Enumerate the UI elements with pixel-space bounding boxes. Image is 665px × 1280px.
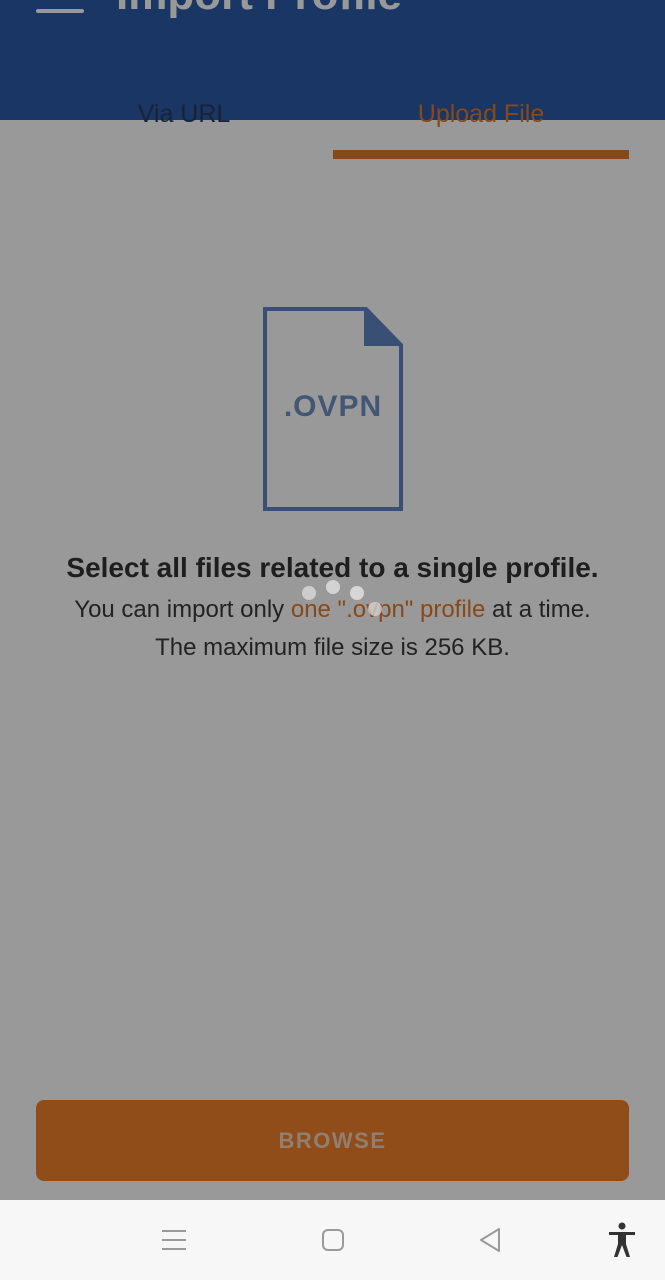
instruction-line-3: The maximum file size is 256 KB. [155,634,510,661]
loading-spinner-icon [286,578,386,638]
recent-apps-icon[interactable] [154,1220,194,1260]
tab-via-url[interactable]: Via URL [36,68,332,160]
browse-button[interactable]: BROWSE [36,1100,629,1181]
file-type-label: .OVPN [283,390,383,423]
hamburger-menu-icon[interactable] [36,0,86,18]
import-profile-screen: Import Profile Via URL Upload File .OVPN… [0,0,665,1200]
tab-selected-indicator [333,150,629,159]
system-navigation-bar [0,1200,665,1280]
tab-bar: Via URL Upload File [0,68,665,160]
accessibility-icon[interactable] [602,1220,642,1260]
back-icon[interactable] [470,1220,510,1260]
tab-upload-file[interactable]: Upload File [333,68,629,160]
home-icon[interactable] [313,1220,353,1260]
line2-suffix: at a time. [485,596,591,623]
page-title: Import Profile [116,0,402,20]
line2-prefix: You can import only [74,596,291,623]
